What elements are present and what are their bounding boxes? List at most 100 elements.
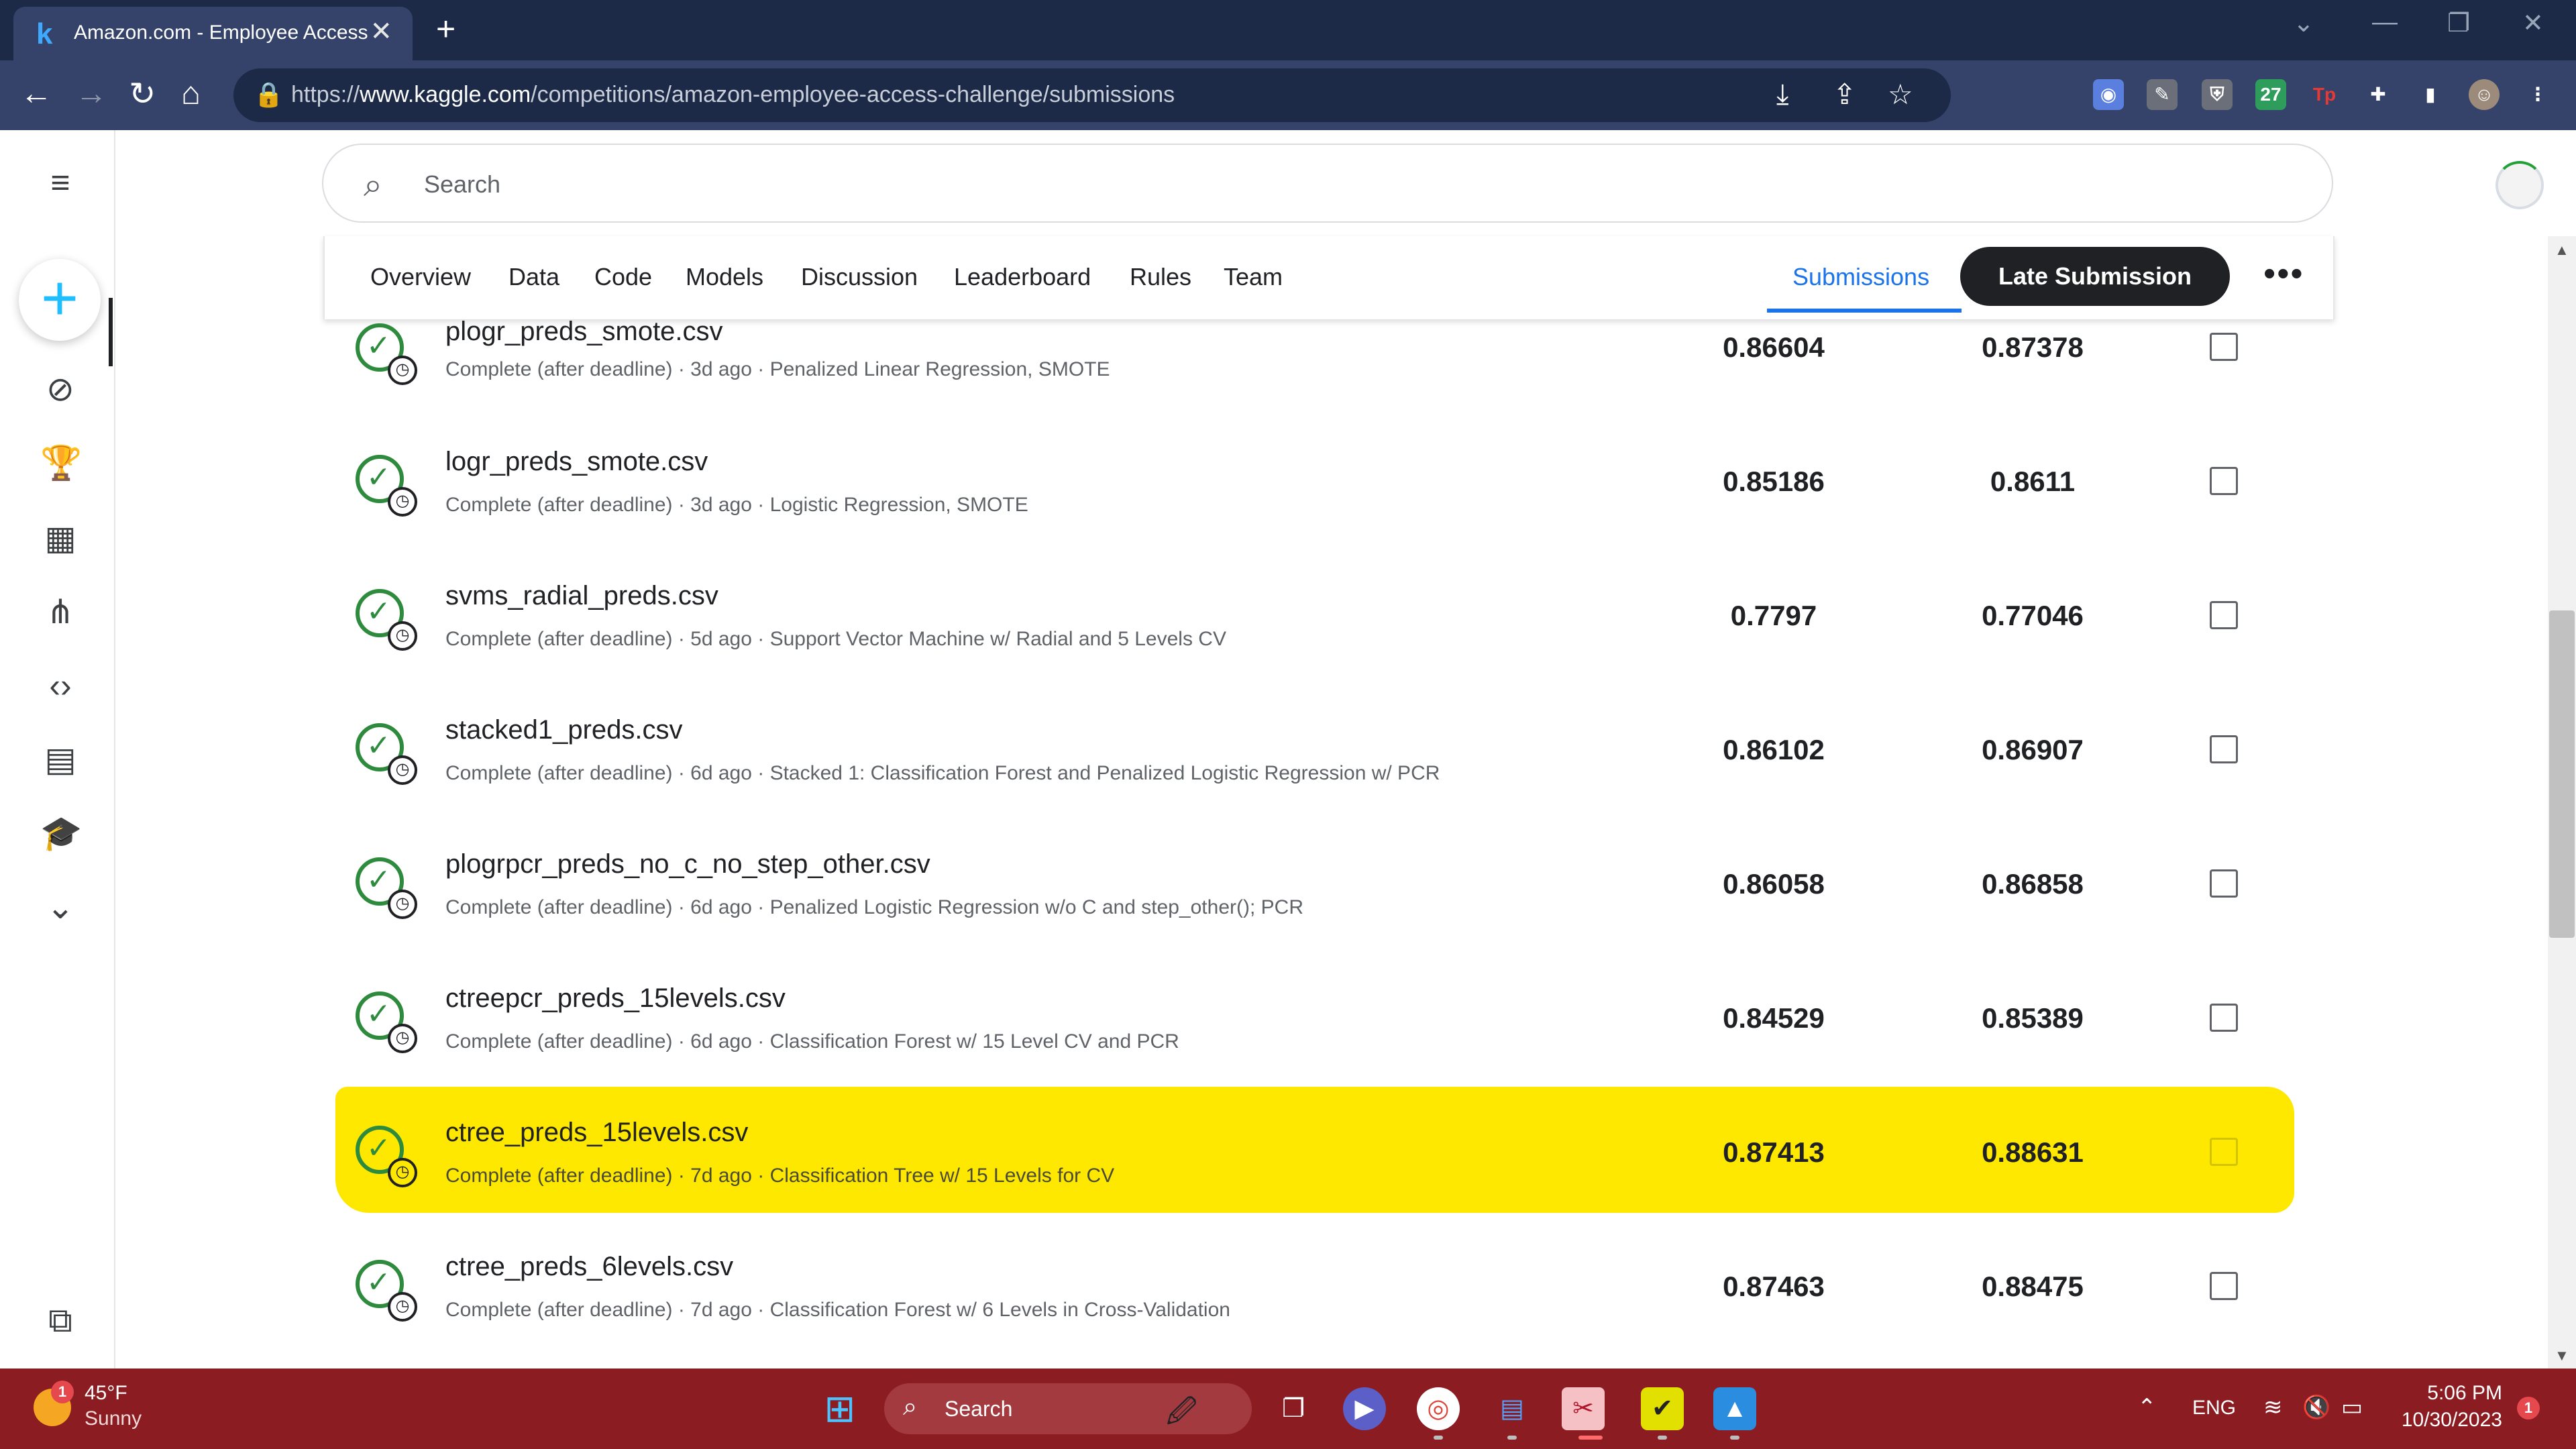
close-window-icon[interactable]: ✕ — [2522, 8, 2544, 38]
select-checkbox[interactable] — [2210, 1004, 2238, 1032]
compass-icon[interactable]: ⊘ — [40, 369, 80, 409]
tab-search-chevron-icon[interactable]: ⌄ — [2293, 8, 2314, 38]
notepad-running-indicator — [1507, 1436, 1517, 1440]
battery-icon[interactable]: ▭ — [2341, 1394, 2363, 1421]
user-avatar[interactable] — [2496, 161, 2544, 209]
lock-icon: 🔒 — [254, 80, 284, 108]
camera-extension-icon[interactable]: ◉ — [2093, 79, 2124, 110]
code-icon[interactable]: ‹› — [40, 665, 80, 706]
tab-data[interactable]: Data — [508, 263, 559, 291]
submission-filename[interactable]: stacked1_preds.csv — [445, 715, 683, 745]
task-view-icon[interactable]: ❐ — [1272, 1387, 1315, 1430]
page-scrollbar-thumb[interactable] — [2549, 610, 2575, 938]
scroll-up-arrow-icon[interactable]: ▲ — [2555, 241, 2569, 259]
select-checkbox[interactable] — [2210, 467, 2238, 495]
show-hidden-icons-icon[interactable]: ⌃ — [2137, 1394, 2157, 1421]
address-bar[interactable]: 🔒 https://www.kaggle.com/competitions/am… — [233, 68, 1951, 122]
volume-muted-icon[interactable]: 🔇 — [2302, 1394, 2330, 1421]
submission-meta: Complete (after deadline) · 6d ago · Cla… — [445, 1030, 1179, 1053]
select-checkbox[interactable] — [2210, 1138, 2238, 1166]
home-icon[interactable]: ⌂ — [181, 75, 201, 112]
browser-menu-icon[interactable]: ⋮ — [2522, 79, 2553, 110]
tp-extension-icon[interactable]: Tp — [2309, 79, 2340, 110]
snipping-tool-icon[interactable]: ✂ — [1562, 1387, 1605, 1430]
bookmark-star-icon[interactable]: ☆ — [1888, 78, 1913, 111]
more-options-icon[interactable]: ••• — [2263, 254, 2304, 294]
calendar-extension-icon[interactable]: 27 — [2255, 79, 2286, 110]
learn-graduation-cap-icon[interactable]: 🎓 — [40, 813, 82, 853]
clock-time[interactable]: 5:06 PM — [2402, 1382, 2502, 1405]
submission-filename[interactable]: plogr_preds_smote.csv — [445, 317, 723, 347]
submission-filename[interactable]: plogrpcr_preds_no_c_no_step_other.csv — [445, 849, 930, 879]
notepad-icon[interactable]: ▤ — [1491, 1387, 1534, 1430]
side-panel-icon[interactable]: ▮ — [2415, 79, 2446, 110]
teams-chat-icon[interactable]: ▶ — [1343, 1387, 1386, 1430]
trophy-icon[interactable]: 🏆 — [40, 443, 82, 483]
select-checkbox[interactable] — [2210, 869, 2238, 898]
extensions-puzzle-icon[interactable]: ✚ — [2363, 79, 2394, 110]
chrome-icon[interactable]: ◎ — [1417, 1387, 1460, 1430]
reload-icon[interactable]: ↻ — [129, 75, 156, 113]
late-submission-button[interactable]: Late Submission — [1960, 247, 2230, 306]
new-tab-icon[interactable]: + — [436, 9, 455, 48]
todo-running-indicator — [1658, 1436, 1667, 1440]
windows-start-icon[interactable]: ⊞ — [818, 1387, 861, 1430]
scroll-down-arrow-icon[interactable]: ▼ — [2555, 1347, 2569, 1364]
select-checkbox[interactable] — [2210, 333, 2238, 361]
discussion-icon[interactable]: ▤ — [40, 739, 80, 780]
tab-models[interactable]: Models — [686, 263, 763, 291]
notification-badge[interactable]: 1 — [2517, 1397, 2540, 1419]
submission-filename[interactable]: logr_preds_smote.csv — [445, 447, 708, 477]
todo-check-icon[interactable]: ✔ — [1641, 1387, 1684, 1430]
share-icon[interactable]: ⇪ — [1833, 78, 1856, 111]
create-button[interactable]: + — [19, 259, 101, 341]
expand-chevron-icon[interactable]: ⌄ — [40, 887, 80, 927]
input-language[interactable]: ENG — [2192, 1397, 2236, 1419]
tab-code[interactable]: Code — [594, 263, 652, 291]
browser-tab[interactable]: k Amazon.com - Employee Access Challenge… — [13, 7, 413, 60]
wifi-icon[interactable]: ≋ — [2263, 1394, 2283, 1421]
private-score: 0.86604 — [1723, 331, 1825, 363]
select-checkbox[interactable] — [2210, 735, 2238, 763]
submission-filename[interactable]: svms_radial_preds.csv — [445, 581, 718, 611]
submission-row: ✓ ◷ logr_preds_smote.csv Complete (after … — [335, 447, 2281, 581]
back-arrow-icon[interactable]: ← — [20, 75, 52, 112]
minimize-icon[interactable]: — — [2372, 8, 2398, 37]
table-datasets-icon[interactable]: ▦ — [40, 518, 80, 558]
tab-team[interactable]: Team — [1224, 263, 1283, 291]
forward-arrow-icon[interactable]: → — [75, 75, 107, 112]
complete-late-status-icon: ✓ ◷ — [356, 323, 417, 385]
windows-taskbar: 1 45°F Sunny ⊞ ⌕ Search 🖉 ❐ ▶ ◎ ▤ ✂ ✔ ▲ … — [0, 1368, 2576, 1449]
tab-leaderboard[interactable]: Leaderboard — [954, 263, 1091, 291]
close-tab-icon[interactable]: ✕ — [370, 16, 392, 47]
submission-filename[interactable]: ctree_preds_15levels.csv — [445, 1118, 748, 1148]
tab-rules[interactable]: Rules — [1130, 263, 1191, 291]
submission-filename[interactable]: ctree_preds_6levels.csv — [445, 1252, 733, 1282]
kaggle-search-input[interactable]: ⌕ Search — [322, 144, 2333, 223]
clock-date[interactable]: 10/30/2023 — [2388, 1409, 2502, 1432]
models-icon[interactable]: ⋔ — [40, 592, 80, 632]
weather-temp[interactable]: 45°F — [85, 1382, 127, 1405]
chrome-running-indicator — [1434, 1436, 1443, 1440]
restore-icon[interactable]: ❐ — [2447, 8, 2470, 38]
search-highlight-icon: 🖉 — [1166, 1395, 1197, 1428]
complete-late-status-icon: ✓ ◷ — [356, 991, 417, 1053]
taskbar-search[interactable]: ⌕ Search 🖉 — [884, 1383, 1252, 1434]
submission-row: ✓ ◷ stacked1_preds.csv Complete (after de… — [335, 715, 2281, 849]
your-work-icon[interactable]: ⧉ — [40, 1300, 80, 1340]
hamburger-menu-icon[interactable]: ≡ — [40, 162, 80, 203]
submission-filename[interactable]: ctreepcr_preds_15levels.csv — [445, 983, 786, 1014]
install-app-icon[interactable]: ⤓ — [1776, 78, 1789, 111]
submission-row-highlighted: ✓ ◷ ctree_preds_15levels.csv Complete (af… — [335, 1118, 2281, 1252]
tab-discussion[interactable]: Discussion — [801, 263, 918, 291]
shield-extension-icon[interactable]: ⛨ — [2202, 79, 2233, 110]
tab-submissions[interactable]: Submissions — [1792, 263, 1929, 291]
select-checkbox[interactable] — [2210, 1272, 2238, 1300]
tab-overview[interactable]: Overview — [370, 263, 471, 291]
feather-extension-icon[interactable]: ✎ — [2147, 79, 2178, 110]
photos-icon[interactable]: ▲ — [1713, 1387, 1756, 1430]
taskbar-search-label: Search — [945, 1397, 1013, 1421]
select-checkbox[interactable] — [2210, 601, 2238, 629]
search-icon: ⌕ — [364, 166, 382, 203]
profile-avatar-icon[interactable]: ☺ — [2469, 79, 2500, 110]
